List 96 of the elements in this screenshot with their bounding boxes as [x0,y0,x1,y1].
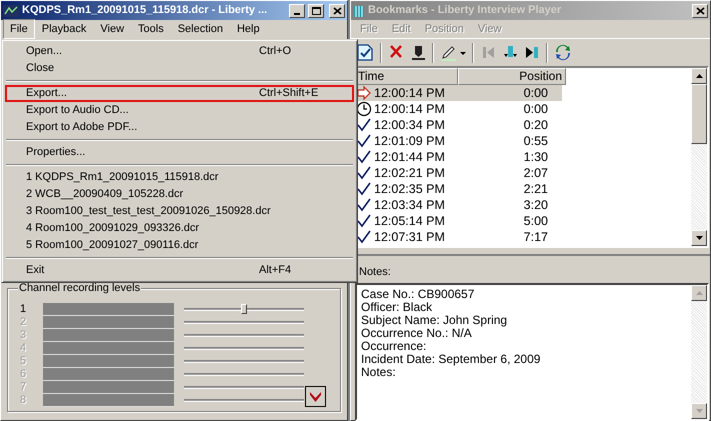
menu-item[interactable]: 3 Room100_test_test_test_20091026_150928.dcr [5,203,354,220]
check-icon [356,165,372,181]
refresh-icon [554,43,572,62]
slider-thumb[interactable] [241,304,247,314]
menu-item[interactable]: Export... Ctrl+Shift+E [5,85,354,102]
time-cell-text: 12:03:34 PM [374,196,446,214]
up-arrow-icon [696,290,702,294]
slider-track[interactable] [184,334,304,337]
menu-item[interactable]: 4 Room100_20091029_093326.dcr [5,220,354,237]
check-icon [356,117,372,133]
menu-item[interactable]: Close [5,60,354,77]
maximize-button[interactable] [308,4,324,18]
marker-icon [410,43,426,62]
position-cell-text: 0:00 [522,100,548,118]
list-row[interactable]: 12:01:09 PM 0:55 [354,133,562,149]
menu-item[interactable]: Selection [170,18,230,40]
minimize-button[interactable] [289,4,305,18]
list-row[interactable]: 12:03:34 PM 3:20 [354,197,562,213]
slider-track[interactable] [184,347,304,350]
menu-item[interactable]: Open... Ctrl+O [5,43,354,60]
close-icon [696,6,704,14]
window-title: KQDPS_Rm1_20091015_115918.dcr - Liberty ... [22,3,268,18]
scrollbar[interactable] [691,68,707,246]
check-icon [356,133,372,149]
menu-item[interactable]: Exit Alt+F4 [5,262,354,279]
slider-track[interactable] [184,360,304,363]
list-row[interactable]: 12:00:34 PM 0:20 [354,117,562,133]
menu-item[interactable]: Properties... [5,144,354,161]
check-icon [356,213,372,229]
scroll-thumb[interactable] [691,84,707,144]
list-row[interactable]: 12:00:14 PM 0:00 [354,101,562,117]
menu-item[interactable]: File [3,18,35,40]
slider-track[interactable] [184,373,304,376]
close-button[interactable] [329,4,345,18]
slider-track[interactable] [184,321,304,324]
collapse-button[interactable] [305,386,326,407]
time-cell-text: 12:01:09 PM [374,132,446,150]
position-cell-text: 2:07 [522,164,548,182]
menu-item[interactable]: 5 Room100_20091027_090116.dcr [5,237,354,254]
position-cell-text: 0:55 [522,132,548,150]
app-icon [3,4,19,18]
app-icon [353,4,365,18]
menu-item[interactable]: 1 KQDPS_Rm1_20091015_115918.dcr [5,169,354,186]
time-cell-text: 12:00:14 PM [374,100,446,118]
scroll-down-button[interactable] [691,230,707,246]
slider-track[interactable] [184,399,304,402]
up-arrow-icon [696,74,702,78]
maximize-icon [312,6,320,14]
channel-number: 1 [20,303,28,316]
down-arrow-icon [696,236,702,240]
time-cell-text: 12:02:21 PM [374,164,446,182]
menu-item[interactable]: View [93,18,132,40]
time-cell-text: 12:00:14 PM [374,84,446,102]
time-cell-text: 12:00:34 PM [374,116,446,134]
menu-item[interactable]: Export to Adobe PDF... [5,119,354,136]
column-header[interactable]: Position [458,68,566,85]
list-row[interactable]: 12:05:14 PM 5:00 [354,213,562,229]
menu-item[interactable]: Tools [131,18,171,40]
scrollbar[interactable] [691,284,707,418]
scroll-down-button[interactable] [691,402,707,418]
position-cell-text: 2:21 [522,180,548,198]
menu-item[interactable]: Help [230,18,267,40]
scroll-up-button[interactable] [691,284,707,300]
position-cell-text: 3:20 [522,196,548,214]
check-icon [356,149,372,165]
close-icon [332,6,342,14]
position-cell-text: 1:30 [522,148,548,166]
list-row[interactable]: 12:02:35 PM 2:21 [354,181,562,197]
check-document-icon [356,43,374,62]
menu-item[interactable]: Export to Audio CD... [5,102,354,119]
check-icon [356,229,372,245]
group-title: Channel recording levels [18,282,142,295]
minimize-icon [294,12,300,14]
position-cell-text: 0:00 [522,84,548,102]
arrow-icon [356,85,372,101]
list-row[interactable]: 12:01:44 PM 1:30 [354,149,562,165]
slider-track[interactable] [184,386,304,389]
notes-field[interactable]: Case No.: CB900657 Officer: Black Subject Name: John Spring Occurrence No.: N/A Occurrence: Incident Date: September 6, 2009 Notes: [355,282,709,420]
menu-item[interactable]: 2 WCB__20090409_105228.dcr [5,186,354,203]
scroll-up-button[interactable] [691,68,707,84]
chevron-icon [309,390,322,403]
time-cell-text: 12:07:31 PM [374,228,446,246]
list-row[interactable]: 12:02:21 PM 2:07 [354,165,562,181]
time-cell-text: 12:01:44 PM [374,148,446,166]
time-cell-text: 12:02:35 PM [374,180,446,198]
clock-icon [356,101,372,117]
position-cell-text: 5:00 [522,212,548,230]
position-cell-text: 7:17 [522,228,548,246]
position-cell-text: 0:20 [522,116,548,134]
menu-item[interactable]: Playback [34,18,94,40]
close-button[interactable] [692,4,708,18]
check-icon [356,181,372,197]
time-cell-text: 12:05:14 PM [374,212,446,230]
check-icon [356,197,372,213]
down-arrow-icon [696,408,702,412]
list-row[interactable]: 12:07:31 PM 7:17 [354,229,562,245]
